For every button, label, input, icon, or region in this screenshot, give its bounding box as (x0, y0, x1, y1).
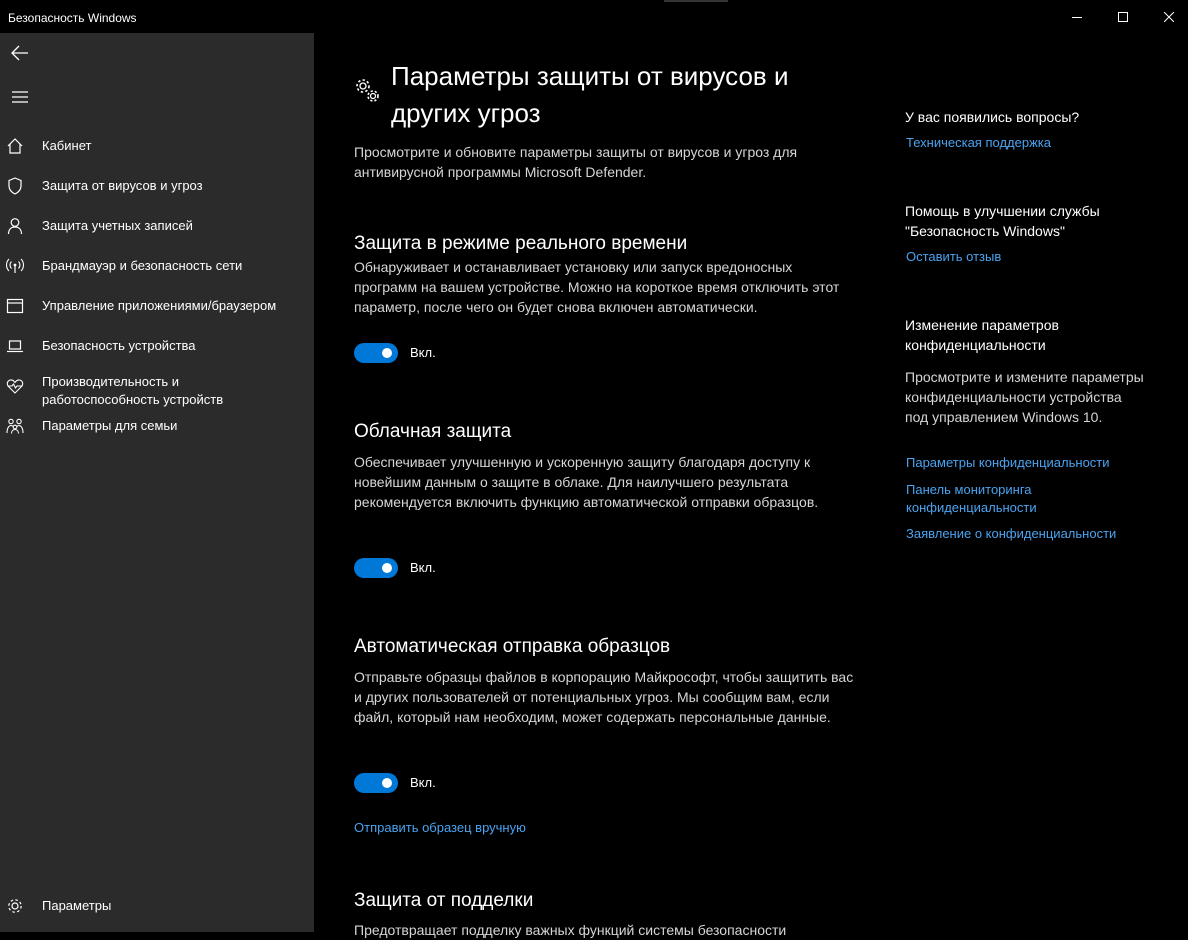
section-description-sample-submission: Отправьте образцы файлов в корпорацию Ма… (354, 669, 854, 725)
gears-icon (356, 79, 379, 102)
toggle-knob (382, 778, 392, 788)
submit-sample-manually-link[interactable]: Отправить образец вручную (354, 820, 526, 835)
realtime-toggle-label: Вкл. (410, 345, 436, 360)
sidebar-item-device-performance[interactable]: Производительность и работоспособность у… (0, 366, 314, 407)
sample-submission-toggle[interactable] (354, 773, 398, 793)
person-icon (7, 218, 23, 235)
cloud-toggle-label: Вкл. (410, 560, 436, 575)
realtime-protection-toggle[interactable] (354, 343, 398, 363)
questions-heading: У вас появились вопросы? (905, 109, 1080, 125)
app-window-icon (6, 298, 24, 314)
sidebar-item-label: Безопасность устройства (42, 338, 196, 353)
sidebar-item-firewall[interactable]: Брандмауэр и безопасность сети (0, 246, 314, 286)
privacy-heading: Изменение параметров конфиденциальности (905, 317, 1059, 353)
sidebar-item-label: Управление приложениями/браузером (42, 298, 277, 313)
section-description-tamper-protection: Предотвращает подделку важных функций си… (354, 922, 787, 938)
minimize-button[interactable] (1054, 0, 1100, 33)
sidebar-item-home[interactable]: Кабинет (0, 126, 314, 166)
back-arrow-icon (11, 45, 28, 61)
minimize-icon (1072, 16, 1082, 18)
maximize-button[interactable] (1100, 0, 1146, 33)
privacy-settings-link[interactable]: Параметры конфиденциальности (906, 454, 1146, 472)
gear-icon (8, 899, 22, 913)
sidebar-item-label: Параметры для семьи (42, 418, 178, 433)
privacy-dashboard-link[interactable]: Панель мониторинга конфиденциальности (906, 481, 1076, 517)
page-title: Параметры защиты от вирусов и других угр… (391, 61, 789, 128)
sample-toggle-label: Вкл. (410, 775, 436, 790)
sidebar-item-label: Брандмауэр и безопасность сети (42, 258, 243, 273)
privacy-statement-link[interactable]: Заявление о конфиденциальности (906, 525, 1146, 543)
section-title-tamper-protection: Защита от подделки (354, 890, 534, 911)
main-content: Параметры защиты от вирусов и других угр… (314, 33, 874, 938)
drag-indicator (664, 0, 728, 2)
window-title: Безопасность Windows (8, 11, 137, 25)
hamburger-menu-button[interactable] (0, 77, 40, 117)
hamburger-icon (12, 91, 28, 103)
antenna-icon (5, 258, 25, 273)
family-icon (6, 418, 24, 434)
section-description-realtime: Обнаруживает и останавливает установку и… (354, 259, 840, 315)
laptop-icon (7, 340, 23, 353)
sidebar-item-device-security[interactable]: Безопасность устройства (0, 326, 314, 366)
sidebar-item-label: Кабинет (42, 138, 92, 153)
maximize-icon (1118, 11, 1128, 22)
page-description: Просмотрите и обновите параметры защиты … (354, 144, 798, 180)
sidebar-item-label: Производительность и работоспособность у… (42, 374, 224, 407)
sidebar-item-label: Защита учетных записей (42, 218, 193, 233)
privacy-description: Просмотрите и измените параметры конфиде… (905, 369, 1144, 425)
sidebar-item-app-browser-control[interactable]: Управление приложениями/браузером (0, 286, 314, 326)
home-icon (7, 138, 23, 154)
toggle-knob (382, 563, 392, 573)
sidebar-item-virus-protection[interactable]: Защита от вирусов и угроз (0, 166, 314, 206)
close-icon (1164, 11, 1174, 22)
toggle-knob (382, 348, 392, 358)
title-bar: Безопасность Windows (0, 0, 1188, 33)
settings-label: Параметры (42, 898, 112, 913)
sidebar-item-settings[interactable]: Параметры (0, 886, 314, 926)
section-title-sample-submission: Автоматическая отправка образцов (354, 636, 671, 657)
section-description-cloud: Обеспечивает улучшенную и ускоренную защ… (354, 454, 819, 510)
cloud-protection-toggle[interactable] (354, 558, 398, 578)
shield-icon (8, 177, 22, 195)
sidebar-item-family-options[interactable]: Параметры для семьи (0, 406, 314, 446)
improve-heading: Помощь в улучшении службы "Безопасность … (905, 203, 1100, 239)
tech-support-link[interactable]: Техническая поддержка (906, 134, 1146, 152)
close-button[interactable] (1146, 0, 1188, 33)
back-button[interactable] (0, 33, 40, 73)
sidebar-item-label: Защита от вирусов и угроз (42, 178, 203, 193)
section-title-cloud: Облачная защита (354, 421, 512, 442)
section-title-realtime: Защита в режиме реального времени (354, 233, 688, 254)
heart-pulse-icon (6, 379, 24, 394)
sidebar-item-account-protection[interactable]: Защита учетных записей (0, 206, 314, 246)
give-feedback-link[interactable]: Оставить отзыв (906, 248, 1146, 266)
sidebar: Кабинет Защита от вирусов и угроз Защита… (0, 33, 314, 932)
